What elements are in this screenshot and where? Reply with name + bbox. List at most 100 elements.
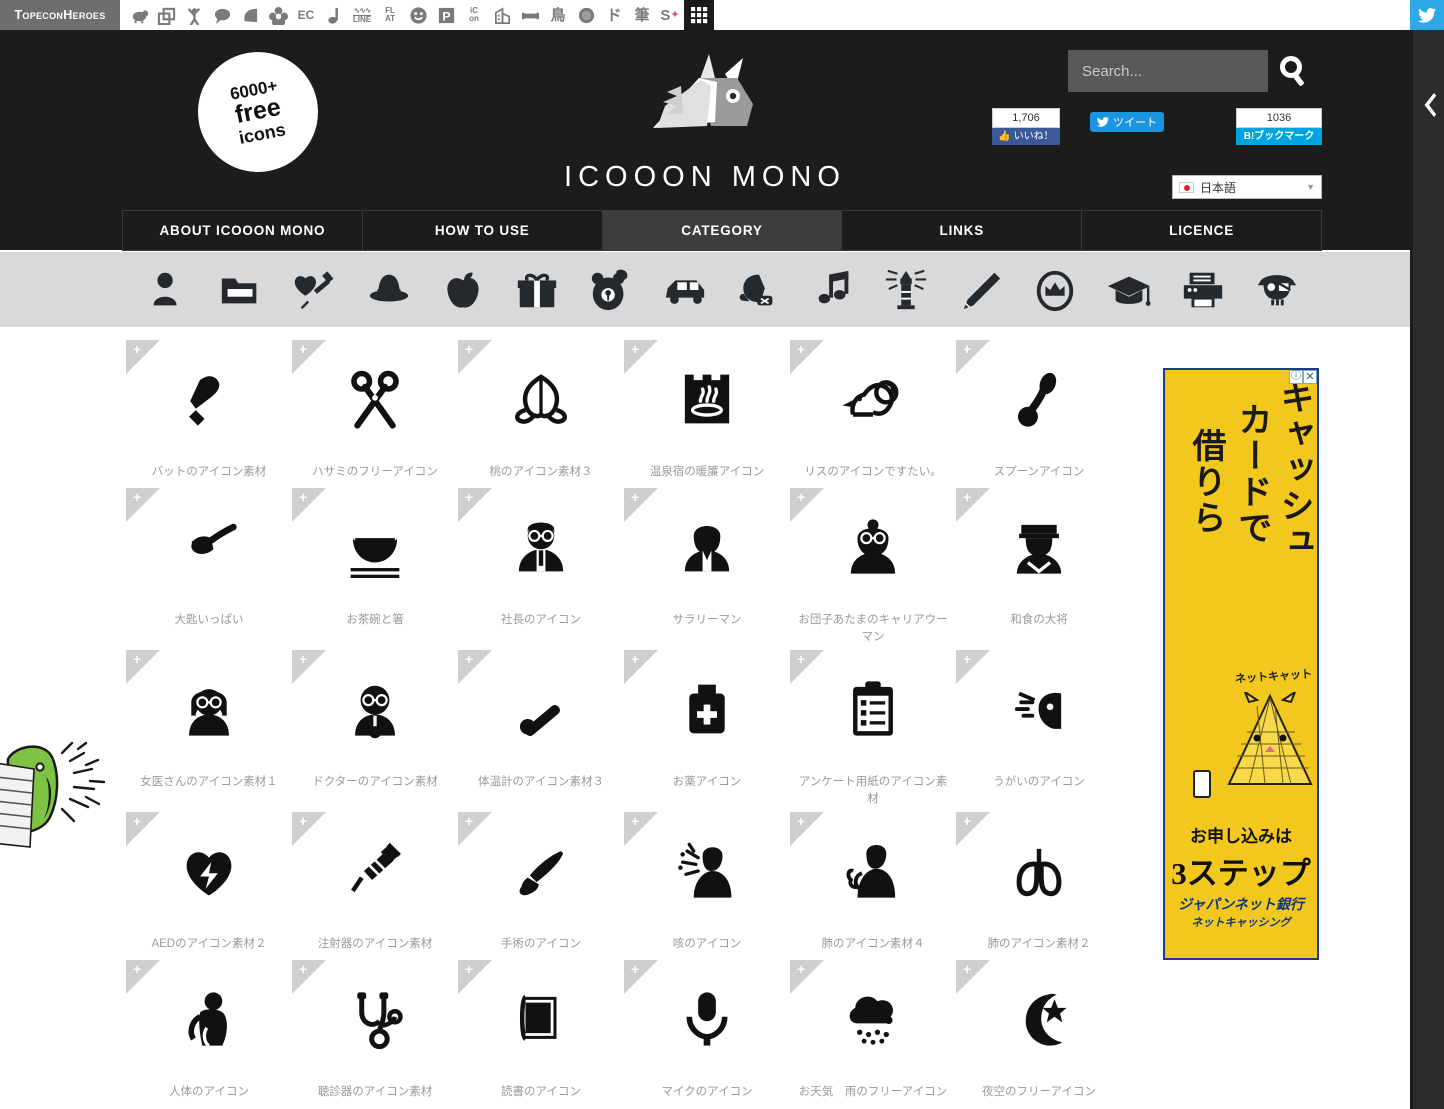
icon-thumbnail[interactable]: + bbox=[956, 650, 1122, 768]
icon-card[interactable]: + 桃のアイコン素材３ bbox=[458, 340, 624, 484]
icon-thumbnail[interactable]: + bbox=[624, 650, 790, 768]
icon-card[interactable]: + 和食の大将 bbox=[956, 488, 1122, 646]
icon-thumbnail[interactable]: + bbox=[956, 960, 1122, 1078]
copy-icon[interactable] bbox=[152, 0, 180, 30]
add-to-cart-plus-icon[interactable]: + bbox=[465, 490, 473, 504]
icon-card[interactable]: + アンケート用紙のアイコン素材 bbox=[790, 650, 956, 808]
add-to-cart-plus-icon[interactable]: + bbox=[631, 342, 639, 356]
icon-thumbnail[interactable]: + bbox=[458, 960, 624, 1078]
ad-info-icon[interactable]: ⓘ bbox=[1289, 370, 1303, 384]
icon-card[interactable]: + 読書のアイコン bbox=[458, 960, 624, 1104]
sofa-icon[interactable] bbox=[516, 0, 544, 30]
icon-thumbnail[interactable]: + bbox=[292, 650, 458, 768]
icon-card[interactable]: + リスのアイコンですたい。 bbox=[790, 340, 956, 484]
icon-thumbnail[interactable]: + bbox=[292, 488, 458, 606]
add-to-cart-plus-icon[interactable]: + bbox=[963, 342, 971, 356]
icon-card[interactable]: + お団子あたまのキャリアウーマン bbox=[790, 488, 956, 646]
add-to-cart-plus-icon[interactable]: + bbox=[133, 652, 141, 666]
twitter-icon[interactable] bbox=[1410, 0, 1444, 30]
add-to-cart-plus-icon[interactable]: + bbox=[797, 490, 805, 504]
icon-thumbnail[interactable]: + bbox=[790, 812, 956, 930]
add-to-cart-plus-icon[interactable]: + bbox=[465, 342, 473, 356]
icon-card[interactable]: + 肺のアイコン素材４ bbox=[790, 812, 956, 956]
icon-card[interactable]: + お天気 雨のフリーアイコン bbox=[790, 960, 956, 1104]
icon-card[interactable]: + 人体のアイコン bbox=[126, 960, 292, 1104]
icon-thumbnail[interactable]: + bbox=[624, 340, 790, 458]
category-pencil-icon[interactable] bbox=[944, 252, 1018, 327]
music-note-icon[interactable] bbox=[320, 0, 348, 30]
icon-card[interactable]: + ドクターのアイコン素材 bbox=[292, 650, 458, 808]
icon-card[interactable]: + 聴診器のアイコン素材 bbox=[292, 960, 458, 1104]
add-to-cart-plus-icon[interactable]: + bbox=[631, 490, 639, 504]
add-to-cart-plus-icon[interactable]: + bbox=[963, 814, 971, 828]
topcon-heroes-logo[interactable]: TopeconHeroes bbox=[0, 0, 120, 30]
icon-card[interactable]: + サラリーマン bbox=[624, 488, 790, 646]
hatena-bookmark-widget[interactable]: 1036 B!ブックマーク bbox=[1236, 108, 1322, 145]
nav-item-links[interactable]: LINKS bbox=[842, 211, 1083, 250]
add-to-cart-plus-icon[interactable]: + bbox=[963, 652, 971, 666]
add-to-cart-plus-icon[interactable]: + bbox=[465, 814, 473, 828]
add-to-cart-plus-icon[interactable]: + bbox=[631, 814, 639, 828]
facebook-like-widget[interactable]: 1,706 👍 いいね！ bbox=[992, 108, 1060, 145]
icon-card[interactable]: + お茶碗と箸 bbox=[292, 488, 458, 646]
icon-thumbnail[interactable]: + bbox=[292, 340, 458, 458]
category-pirate-skull-icon[interactable] bbox=[1240, 252, 1314, 327]
icon-card[interactable]: + マイクのアイコン bbox=[624, 960, 790, 1104]
icon-thumbnail[interactable]: + bbox=[458, 812, 624, 930]
icon-thumbnail[interactable]: + bbox=[956, 488, 1122, 606]
flat-icon[interactable]: FL AT bbox=[376, 0, 404, 30]
search-input[interactable] bbox=[1068, 50, 1268, 92]
icon-thumbnail[interactable]: + bbox=[956, 340, 1122, 458]
add-to-cart-plus-icon[interactable]: + bbox=[133, 962, 141, 976]
icon-card[interactable]: + スプーンアイコン bbox=[956, 340, 1122, 484]
category-heart-syringe-icon[interactable] bbox=[278, 252, 352, 327]
icon-thumbnail[interactable]: + bbox=[126, 650, 292, 768]
icon-card[interactable]: + 体温計のアイコン素材３ bbox=[458, 650, 624, 808]
add-to-cart-plus-icon[interactable]: + bbox=[797, 652, 805, 666]
icon-thumbnail[interactable]: + bbox=[292, 812, 458, 930]
add-to-cart-plus-icon[interactable]: + bbox=[299, 814, 307, 828]
line-icon[interactable]: ∿∿∿ LINE bbox=[348, 0, 376, 30]
add-to-cart-plus-icon[interactable]: + bbox=[465, 962, 473, 976]
add-to-cart-plus-icon[interactable]: + bbox=[631, 962, 639, 976]
icon-card[interactable]: + 女医さんのアイコン素材１ bbox=[126, 650, 292, 808]
icon-thumbnail[interactable]: + bbox=[458, 340, 624, 458]
add-to-cart-plus-icon[interactable]: + bbox=[133, 814, 141, 828]
collapse-chevron-icon[interactable] bbox=[1421, 92, 1437, 122]
badge-round-icon[interactable] bbox=[572, 0, 600, 30]
icon-card[interactable]: + バットのアイコン素材 bbox=[126, 340, 292, 484]
add-to-cart-plus-icon[interactable]: + bbox=[133, 490, 141, 504]
icon-text-icon[interactable]: iC on bbox=[460, 0, 488, 30]
category-crown-badge-icon[interactable] bbox=[1018, 252, 1092, 327]
speech-bubble-icon[interactable] bbox=[208, 0, 236, 30]
icon-thumbnail[interactable]: + bbox=[126, 960, 292, 1078]
icon-card[interactable]: + ハサミのフリーアイコン bbox=[292, 340, 458, 484]
ec-text-icon[interactable]: EC bbox=[292, 0, 320, 30]
add-to-cart-plus-icon[interactable]: + bbox=[797, 814, 805, 828]
icon-thumbnail[interactable]: + bbox=[956, 812, 1122, 930]
icon-card[interactable]: + 夜空のフリーアイコン bbox=[956, 960, 1122, 1104]
icon-card[interactable]: + 手術のアイコン bbox=[458, 812, 624, 956]
add-to-cart-plus-icon[interactable]: + bbox=[797, 962, 805, 976]
category-bear-icon[interactable] bbox=[574, 252, 648, 327]
icon-thumbnail[interactable]: + bbox=[126, 812, 292, 930]
icon-card[interactable]: + AEDのアイコン素材２ bbox=[126, 812, 292, 956]
grid-menu-icon[interactable] bbox=[684, 0, 714, 30]
flower-icon[interactable] bbox=[264, 0, 292, 30]
nav-item-about[interactable]: ABOUT ICOOON MONO bbox=[123, 211, 363, 250]
add-to-cart-plus-icon[interactable]: + bbox=[963, 962, 971, 976]
brush-kanji-icon[interactable]: 筆 bbox=[628, 0, 656, 30]
category-graduation-cap-icon[interactable] bbox=[1092, 252, 1166, 327]
tweet-button[interactable]: ツイート bbox=[1090, 112, 1164, 132]
icon-thumbnail[interactable]: + bbox=[624, 960, 790, 1078]
do-katakana-icon[interactable]: ド bbox=[600, 0, 628, 30]
icon-thumbnail[interactable]: + bbox=[790, 650, 956, 768]
icon-thumbnail[interactable]: + bbox=[458, 488, 624, 606]
nav-item-how-to-use[interactable]: HOW TO USE bbox=[363, 211, 603, 250]
nav-item-licence[interactable]: LICENCE bbox=[1082, 211, 1321, 250]
category-printer-icon[interactable] bbox=[1166, 252, 1240, 327]
advertisement-banner[interactable]: ⓘ ✕ キャッシュ カードで 借りら ネットキャット お申し込みは 3ステップ bbox=[1163, 368, 1319, 960]
ad-close-icon[interactable]: ✕ bbox=[1303, 370, 1317, 384]
category-boxing-glove-icon[interactable] bbox=[722, 252, 796, 327]
s-plus-icon[interactable]: S ✦ bbox=[656, 0, 684, 30]
